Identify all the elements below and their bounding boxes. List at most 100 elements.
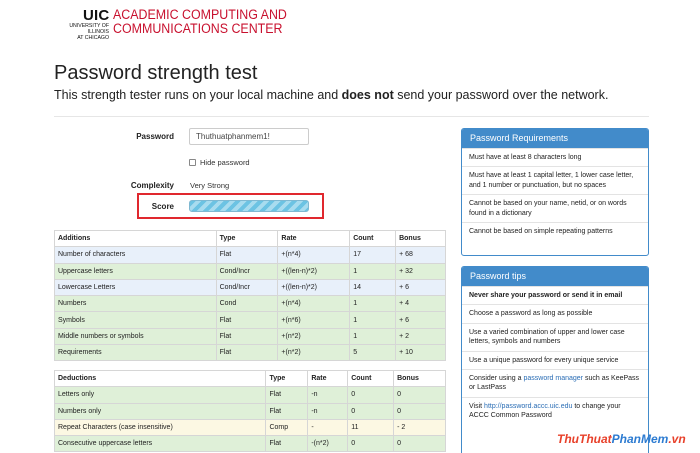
additions-cell-rate: +((len-n)*2)	[277, 262, 351, 280]
additions-row: Middle numbers or symbols Flat +(n*2) 1 + 2	[54, 327, 446, 346]
score-bar	[189, 200, 309, 212]
page-subtitle: This strength tester runs on your local …	[54, 88, 608, 102]
deductions-cell-type: Flat	[265, 386, 309, 404]
additions-header-row: Additions Type Rate Count Bonus	[54, 229, 446, 248]
subtitle-post: send your password over the network.	[393, 88, 609, 102]
deductions-cell-name: Numbers only	[53, 402, 267, 420]
requirement-item: Cannot be based on simple repeating patt…	[462, 222, 648, 240]
watermark: ThuThuatPhanMem.vn	[557, 432, 686, 446]
additions-cell-type: Cond/Incr	[215, 278, 279, 297]
additions-header-count: Count	[349, 229, 397, 248]
tip-item: Never share your password or send it in …	[462, 286, 648, 304]
additions-cell-count: 17	[349, 246, 397, 264]
additions-cell-rate: +((len-n)*2)	[277, 278, 351, 297]
complexity-label: Complexity	[130, 181, 174, 190]
additions-cell-count: 5	[349, 344, 397, 362]
deductions-cell-bonus: - 2	[393, 418, 446, 437]
additions-cell-type: Flat	[215, 246, 279, 264]
tip-item: Use a varied combination of upper and lo…	[462, 322, 648, 351]
subtitle-pre: This strength tester runs on your local …	[54, 88, 342, 102]
deductions-header-bonus: Bonus	[393, 369, 446, 388]
logo-title-line2: COMMUNICATIONS CENTER	[113, 21, 283, 36]
watermark-part3: .vn	[668, 432, 686, 446]
tips-panel-title: Password tips	[462, 267, 648, 286]
logo-university: UNIVERSITY OF ILLINOIS AT CHICAGO	[69, 23, 109, 41]
additions-cell-bonus: + 2	[395, 327, 446, 346]
score-fill	[190, 201, 308, 211]
tip-item: Use a unique password for every unique s…	[462, 350, 648, 369]
deductions-cell-bonus: 0	[393, 402, 446, 420]
additions-cell-count: 14	[349, 278, 397, 297]
additions-cell-type: Cond/Incr	[215, 262, 279, 280]
additions-cell-count: 1	[349, 262, 397, 280]
additions-cell-bonus: + 6	[395, 311, 446, 329]
additions-cell-bonus: + 32	[395, 262, 446, 280]
additions-cell-rate: +(n*4)	[277, 295, 351, 313]
deductions-row: Consecutive uppercase letters Flat -(n*2) 0…	[53, 435, 446, 453]
deductions-cell-rate: -n	[307, 386, 349, 404]
deductions-cell-type: Comp	[265, 418, 309, 437]
additions-row: Number of characters Flat +(n*4) 17 + 68	[54, 246, 446, 264]
deductions-header-rate: Rate	[307, 369, 349, 388]
additions-row: Numbers Cond +(n*4) 1 + 4	[54, 295, 446, 313]
additions-table: Additions Type Rate Count Bonus Number o…	[54, 229, 446, 362]
hide-password-label: Hide password	[200, 158, 250, 167]
requirements-panel-title: Password Requirements	[462, 129, 648, 148]
additions-header-rate: Rate	[277, 229, 351, 248]
deductions-cell-bonus: 0	[393, 386, 446, 404]
hide-password-toggle[interactable]: Hide password	[189, 158, 250, 167]
deductions-cell-type: Flat	[265, 435, 309, 453]
deductions-cell-count: 0	[347, 402, 395, 420]
additions-header-type: Type	[215, 229, 279, 248]
tips-panel: Password tips Never share your password …	[461, 266, 649, 453]
requirements-panel: Password Requirements Must have at least…	[461, 128, 649, 256]
additions-cell-bonus: + 68	[395, 246, 446, 264]
password-site-link[interactable]: http://password.accc.uic.edu	[484, 403, 572, 410]
password-input[interactable]: Thuthuatphanmem1!	[189, 128, 309, 145]
password-manager-link[interactable]: password manager	[523, 375, 583, 382]
deductions-row: Numbers only Flat -n 0 0	[53, 402, 446, 420]
deductions-row: Letters only Flat -n 0 0	[53, 386, 446, 404]
additions-row: Symbols Flat +(n*6) 1 + 6	[54, 311, 446, 329]
deductions-cell-bonus: 0	[393, 435, 446, 453]
logo-title: ACADEMIC COMPUTING AND COMMUNICATIONS CE…	[113, 8, 287, 36]
additions-cell-name: Requirements	[54, 344, 217, 362]
deductions-cell-name: Letters only	[53, 386, 267, 404]
additions-cell-name: Numbers	[54, 295, 217, 313]
tip-item: Consider using a password manager such a…	[462, 369, 648, 397]
deductions-cell-name: Repeat Characters (case insensitive)	[53, 418, 267, 437]
deductions-cell-rate: -	[307, 418, 349, 437]
deductions-header-row: Deductions Type Rate Count Bonus	[53, 369, 446, 388]
page-title: Password strength test	[54, 62, 258, 84]
additions-cell-name: Uppercase letters	[54, 262, 217, 280]
tip-bold-text: Never share your password or send it in …	[469, 292, 623, 299]
deductions-header-type: Type	[265, 369, 309, 388]
additions-row: Requirements Flat +(n*2) 5 + 10	[54, 344, 446, 362]
additions-row: Uppercase letters Cond/Incr +((len-n)*2) 1 +…	[54, 262, 446, 280]
additions-cell-rate: +(n*2)	[277, 327, 351, 346]
score-label: Score	[151, 202, 174, 211]
additions-cell-rate: +(n*2)	[277, 344, 351, 362]
additions-cell-name: Lowercase Letters	[54, 278, 217, 297]
additions-row: Lowercase Letters Cond/Incr +((len-n)*2) 14…	[54, 278, 446, 297]
additions-header-bonus: Bonus	[395, 229, 446, 248]
additions-cell-name: Number of characters	[54, 246, 217, 264]
additions-cell-bonus: + 4	[395, 295, 446, 313]
divider	[54, 116, 649, 117]
additions-cell-count: 1	[349, 311, 397, 329]
watermark-part1: ThuThuat	[557, 432, 612, 446]
deductions-cell-count: 11	[347, 418, 395, 437]
deductions-header-count: Count	[347, 369, 395, 388]
deductions-cell-count: 0	[347, 386, 395, 404]
additions-cell-name: Symbols	[54, 311, 217, 329]
deductions-cell-type: Flat	[265, 402, 309, 420]
deductions-cell-count: 0	[347, 435, 395, 453]
tip-text: Visit	[469, 402, 485, 410]
tip-text: Consider using a	[469, 375, 524, 383]
additions-cell-count: 1	[349, 327, 397, 346]
deductions-header-name: Deductions	[53, 369, 267, 388]
additions-cell-type: Flat	[215, 344, 279, 362]
tip-item: Visit http://password.accc.uic.edu to ch…	[462, 396, 648, 425]
hide-password-checkbox[interactable]	[189, 159, 196, 166]
additions-cell-name: Middle numbers or symbols	[54, 327, 217, 346]
